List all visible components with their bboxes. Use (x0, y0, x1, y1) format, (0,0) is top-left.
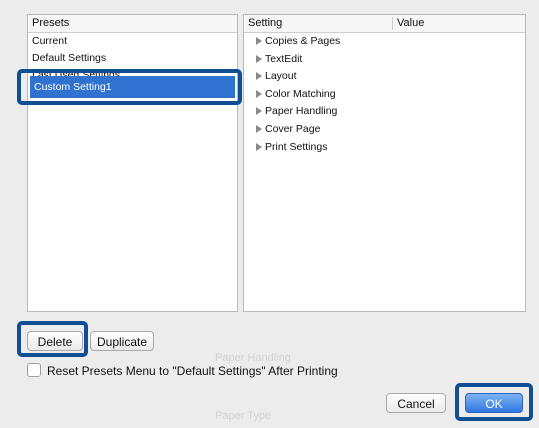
disclosure-triangle-icon[interactable] (256, 107, 262, 116)
disclosure-triangle-icon[interactable] (256, 37, 262, 45)
highlight-frame (455, 383, 533, 421)
setting-row-cover-page[interactable]: Cover Page (244, 121, 525, 139)
disclosure-triangle-icon[interactable] (256, 89, 262, 98)
setting-label: Layout (265, 70, 297, 83)
column-divider (392, 17, 393, 30)
value-column-header[interactable]: Value (397, 15, 424, 32)
setting-label: Print Settings (265, 140, 328, 153)
settings-table[interactable]: Setting Value Copies & Pages TextEdit La… (243, 14, 526, 312)
reset-presets-option[interactable]: Reset Presets Menu to "Default Settings"… (27, 362, 338, 380)
setting-column-header[interactable]: Setting (248, 15, 282, 32)
setting-row-print-settings[interactable]: Print Settings (244, 139, 525, 157)
setting-label: Copies & Pages (265, 35, 341, 47)
setting-label: Cover Page (265, 122, 321, 135)
setting-row-color-matching[interactable]: Color Matching (244, 86, 525, 104)
duplicate-button[interactable]: Duplicate (90, 331, 154, 351)
disclosure-triangle-icon[interactable] (256, 54, 262, 63)
presets-column-header: Presets (28, 15, 237, 33)
setting-label: Paper Handling (265, 105, 338, 118)
disclosure-triangle-icon[interactable] (256, 124, 262, 133)
cancel-button[interactable]: Cancel (386, 393, 446, 413)
disclosure-triangle-icon[interactable] (256, 142, 262, 151)
presets-list[interactable]: Presets Current Default Settings Last Us… (27, 14, 238, 312)
reset-presets-label: Reset Presets Menu to "Default Settings"… (47, 364, 338, 378)
preset-item-default-settings[interactable]: Default Settings (28, 50, 237, 67)
setting-row-paper-handling[interactable]: Paper Handling (244, 103, 525, 121)
reset-presets-checkbox[interactable] (27, 363, 41, 377)
settings-table-header: Setting Value (244, 15, 525, 33)
highlight-frame (17, 321, 88, 357)
setting-label: TextEdit (265, 52, 303, 65)
background-label: Paper Type (215, 410, 272, 422)
preset-item-current[interactable]: Current (28, 33, 237, 50)
setting-row-textedit[interactable]: TextEdit (244, 51, 525, 69)
setting-row-layout[interactable]: Layout (244, 68, 525, 86)
disclosure-triangle-icon[interactable] (256, 72, 262, 81)
setting-row-copies-pages[interactable]: Copies & Pages (244, 33, 525, 51)
setting-label: Color Matching (265, 87, 336, 100)
highlight-frame (17, 69, 242, 105)
